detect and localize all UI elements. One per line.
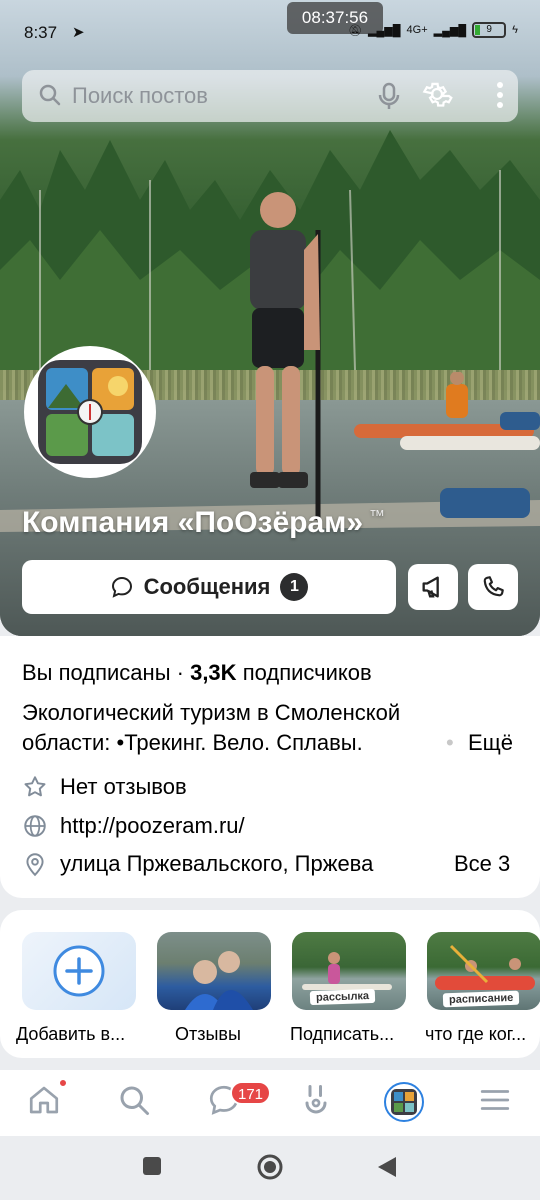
gear-icon[interactable] <box>420 77 454 111</box>
signal-icon-2: ▂▄▆█ <box>433 24 467 37</box>
logo-emblem <box>46 368 134 456</box>
reviews-photo <box>185 951 253 1010</box>
messages-count-badge: 1 <box>280 573 309 601</box>
story-newsletter[interactable]: рассылка <box>292 932 406 1010</box>
home-icon[interactable] <box>26 1082 62 1118</box>
bottom-tab-bar <box>0 1070 540 1136</box>
megaphone-icon <box>422 576 439 598</box>
phone-icon <box>483 576 504 597</box>
description-line-2: области: •Трекинг. Вело. Сплавы. <box>22 730 363 755</box>
add-plus-icon <box>53 945 105 997</box>
chat-bubble-icon <box>111 576 132 598</box>
globe-icon <box>24 815 46 837</box>
messages-label: Сообщения <box>143 574 271 599</box>
community-avatar[interactable] <box>24 346 156 478</box>
search-tab-icon[interactable] <box>116 1082 152 1118</box>
community-tab-avatar[interactable] <box>384 1082 424 1122</box>
address-text[interactable]: улица Пржевальского, Пржева <box>60 851 440 877</box>
messenger-badge: 171 <box>230 1081 272 1105</box>
story-label-reviews: Отзывы <box>175 1024 241 1044</box>
charging-icon: ϟ <box>512 24 518 36</box>
description-line-1: Экологический туризм в Смоленской <box>22 700 401 725</box>
more-link[interactable]: Ещё <box>468 730 513 756</box>
community-logo-icon <box>391 1089 417 1115</box>
status-bar: 8:37 ➤ 08:37:56 🔕︎ ▂▄▆█ 4G+ ▂▄▆█ 9 ϟ <box>0 0 540 64</box>
story-label-add: Добавить в... <box>16 1024 126 1044</box>
search-icon <box>39 84 61 106</box>
story-label-schedule: что где ког... <box>425 1024 527 1044</box>
battery-icon: 9 <box>472 22 507 38</box>
reviews-text[interactable]: Нет отзывов <box>60 774 187 800</box>
all-addresses-link[interactable]: Все 3 <box>454 851 510 877</box>
mute-icon: 🔕︎ <box>348 24 363 37</box>
messages-button[interactable]: Сообщения 1 <box>22 560 396 614</box>
announce-button[interactable] <box>408 564 458 610</box>
story-reviews[interactable] <box>157 932 271 1010</box>
network-type: 4G+ <box>406 24 428 36</box>
story-label-subscribe: Подписать... <box>290 1024 395 1044</box>
status-time: 8:37 <box>24 23 58 42</box>
story-overlay-schedule: расписание <box>442 990 520 1008</box>
story-overlay-newsletter: рассылка <box>309 988 376 1006</box>
system-nav-bar <box>0 1136 540 1200</box>
clips-icon[interactable] <box>298 1082 334 1118</box>
person-on-sup <box>250 192 321 520</box>
home-button[interactable] <box>256 1153 284 1181</box>
menu-icon[interactable] <box>478 1082 512 1118</box>
subscribers-count[interactable]: 3,3K <box>190 660 236 685</box>
back-button[interactable] <box>376 1155 398 1179</box>
star-icon <box>24 776 46 797</box>
subscribed-status[interactable]: Вы подписаны <box>22 660 171 685</box>
stories-row: Добавить в... Отзывы рассылка Подписать.… <box>0 910 540 1058</box>
community-info: Вы подписаны · 3,3K подписчиков Экологич… <box>0 636 540 898</box>
telegram-icon: ➤ <box>72 24 85 41</box>
location-pin-icon <box>26 853 44 877</box>
subscribers-label[interactable]: подписчиков <box>243 660 372 685</box>
story-schedule[interactable]: расписание <box>427 932 540 1010</box>
community-name: Компания «ПоОзёрам» ™ <box>22 506 386 539</box>
call-button[interactable] <box>468 564 518 610</box>
search-placeholder: Поиск постов <box>72 83 208 108</box>
kayak-boats <box>354 372 540 450</box>
website-link[interactable]: http://poozeram.ru/ <box>60 813 245 839</box>
microphone-icon[interactable] <box>378 82 400 110</box>
add-story-tile[interactable] <box>22 932 136 1010</box>
home-notification-dot <box>58 1078 68 1088</box>
more-menu-icon[interactable] <box>494 80 506 110</box>
signal-icon: ▂▄▆█ <box>368 24 401 37</box>
subscription-line: Вы подписаны · 3,3K подписчиков <box>22 660 372 685</box>
recents-button[interactable] <box>142 1156 162 1176</box>
